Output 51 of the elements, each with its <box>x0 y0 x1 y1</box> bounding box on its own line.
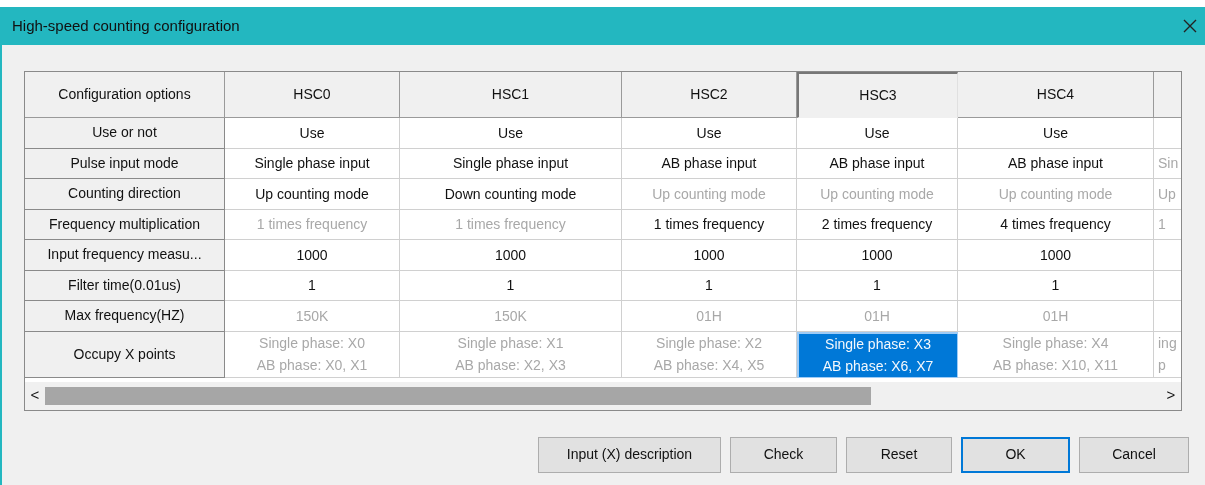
table-cell[interactable]: Single phase input <box>400 148 622 179</box>
horizontal-scrollbar[interactable]: < > <box>25 381 1181 410</box>
column-header[interactable]: HSC1 <box>400 72 622 118</box>
table-cell[interactable]: Use <box>797 118 958 149</box>
table-cell[interactable]: 1 <box>400 270 622 301</box>
table-cell[interactable]: AB phase input <box>622 148 797 179</box>
table-cell[interactable]: Use <box>958 118 1154 149</box>
table-cell[interactable]: 1000 <box>797 240 958 271</box>
table-cell[interactable]: 1 <box>225 270 400 301</box>
table-cell[interactable]: 1 times frequency <box>622 209 797 240</box>
table-cell[interactable]: 1000 <box>225 240 400 271</box>
dialog-button[interactable]: Check <box>730 436 837 473</box>
row-header: Pulse input mode <box>25 148 225 179</box>
column-header[interactable] <box>1154 72 1181 118</box>
table-cell[interactable]: Use <box>400 118 622 149</box>
table-cell[interactable]: 2 times frequency <box>797 209 958 240</box>
table-cell[interactable]: AB phase input <box>797 148 958 179</box>
column-header: Configuration options <box>25 72 225 118</box>
table-cell[interactable]: 1 <box>622 270 797 301</box>
column-header[interactable]: HSC4 <box>958 72 1154 118</box>
scroll-left-arrow[interactable]: < <box>25 384 45 407</box>
row-header: Use or not <box>25 118 225 149</box>
table-cell[interactable]: 1 <box>958 270 1154 301</box>
table-cell[interactable]: Single phase input <box>225 148 400 179</box>
table-cell[interactable]: 1000 <box>622 240 797 271</box>
scrollbar-thumb[interactable] <box>45 386 871 405</box>
table-cell[interactable]: Up counting mode <box>225 179 400 210</box>
column-header[interactable]: HSC2 <box>622 72 797 118</box>
column-header[interactable]: HSC0 <box>225 72 400 118</box>
table-cell[interactable]: 1000 <box>400 240 622 271</box>
row-header: Max frequency(HZ) <box>25 301 225 332</box>
row-header: Occupy X points <box>25 331 225 378</box>
dialog-button[interactable]: Cancel <box>1079 436 1189 473</box>
row-header: Counting direction <box>25 179 225 210</box>
row-header: Input frequency measu... <box>25 240 225 271</box>
dialog-button[interactable]: Reset <box>846 436 952 473</box>
table-cell[interactable]: Use <box>225 118 400 149</box>
table-cell[interactable]: Use <box>622 118 797 149</box>
scroll-right-arrow[interactable]: > <box>1161 384 1181 407</box>
column-header[interactable]: HSC3 <box>797 72 958 118</box>
row-header: Filter time(0.01us) <box>25 270 225 301</box>
table-cell[interactable]: 4 times frequency <box>958 209 1154 240</box>
table-cell[interactable]: Down counting mode <box>400 179 622 210</box>
table-cell[interactable]: 1000 <box>958 240 1154 271</box>
table-cell[interactable]: 1 <box>797 270 958 301</box>
table-cell[interactable]: AB phase input <box>958 148 1154 179</box>
close-icon[interactable] <box>1183 19 1197 33</box>
row-header: Frequency multiplication <box>25 209 225 240</box>
dialog-button[interactable]: OK <box>961 436 1070 473</box>
window-title: High-speed counting configuration <box>12 15 240 36</box>
dialog-button[interactable]: Input (X) description <box>538 436 721 473</box>
